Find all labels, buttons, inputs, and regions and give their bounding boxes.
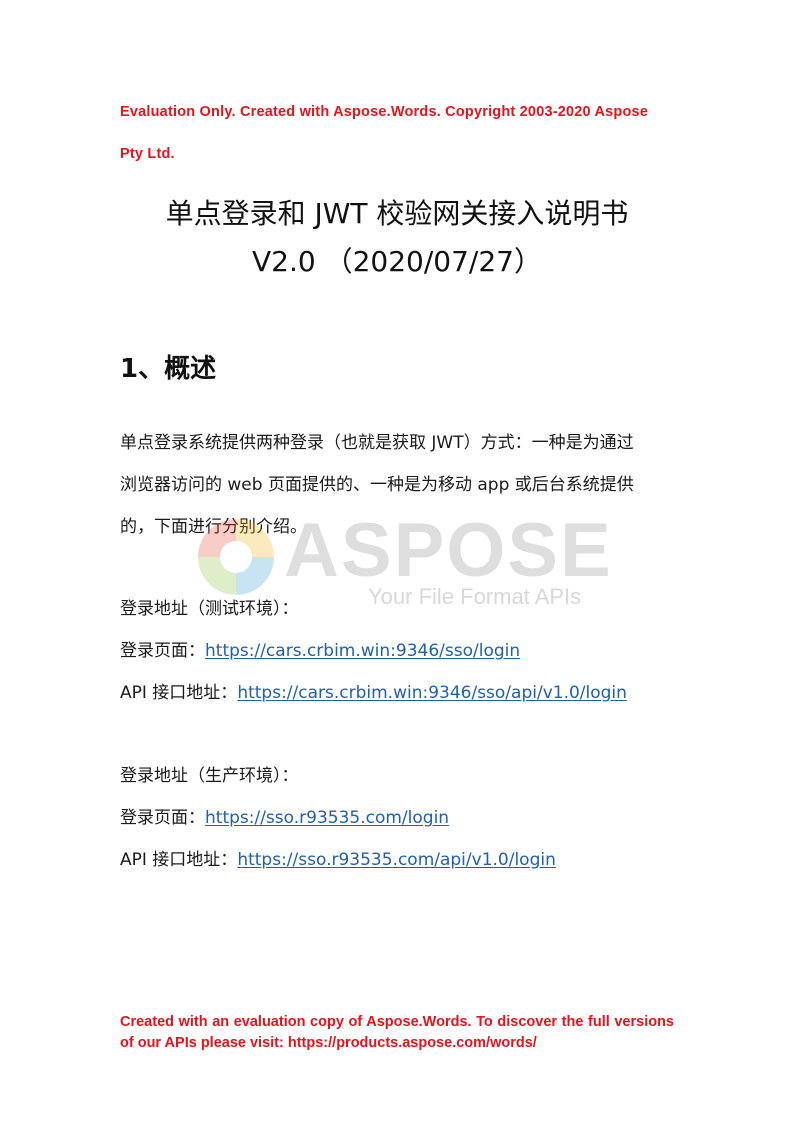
prod-login-link[interactable]: https://sso.r93535.com/login: [205, 808, 449, 828]
prod-api-address-row: API 接口地址：https://sso.r93535.com/api/v1.0…: [120, 845, 556, 870]
prod-login-page-row: 登录页面：https://sso.r93535.com/login: [120, 803, 449, 828]
prod-api-link[interactable]: https://sso.r93535.com/api/v1.0/login: [237, 850, 556, 870]
test-env-heading: 登录地址（测试环境）：: [120, 599, 299, 619]
api-address-label: API 接口地址：: [120, 850, 238, 870]
login-page-label: 登录页面：: [120, 808, 205, 828]
evaluation-notice-line1: Evaluation Only. Created with Aspose.Wor…: [120, 104, 649, 120]
intro-paragraph-line: 单点登录系统提供两种登录（也就是获取 JWT）方式：一种是为通过: [120, 433, 634, 453]
intro-paragraph-line: 的，下面进行分别介绍。: [120, 517, 307, 537]
document-title: 单点登录和 JWT 校验网关接入说明书: [165, 197, 629, 230]
watermark-tagline: Your File Format APIs: [368, 584, 582, 609]
document-version: V2.0 （2020/07/27）: [252, 245, 542, 278]
api-address-label: API 接口地址：: [120, 683, 238, 703]
test-api-link[interactable]: https://cars.crbim.win:9346/sso/api/v1.0…: [237, 683, 627, 703]
intro-paragraph-line: 浏览器访问的 web 页面提供的、一种是为移动 app 或后台系统提供: [120, 475, 634, 495]
section-heading-overview: 1、概述: [120, 354, 217, 384]
test-login-link[interactable]: https://cars.crbim.win:9346/sso/login: [205, 641, 520, 661]
test-api-address-row: API 接口地址：https://cars.crbim.win:9346/sso…: [120, 678, 627, 703]
login-page-label: 登录页面：: [120, 641, 205, 661]
evaluation-footer-notice: Created with an evaluation copy of Aspos…: [120, 1014, 674, 1051]
watermark-word: ASPOSE: [284, 508, 613, 593]
prod-env-heading: 登录地址（生产环境）：: [120, 766, 299, 786]
evaluation-notice-line2: Pty Ltd.: [120, 146, 175, 162]
test-login-page-row: 登录页面：https://cars.crbim.win:9346/sso/log…: [120, 636, 520, 661]
